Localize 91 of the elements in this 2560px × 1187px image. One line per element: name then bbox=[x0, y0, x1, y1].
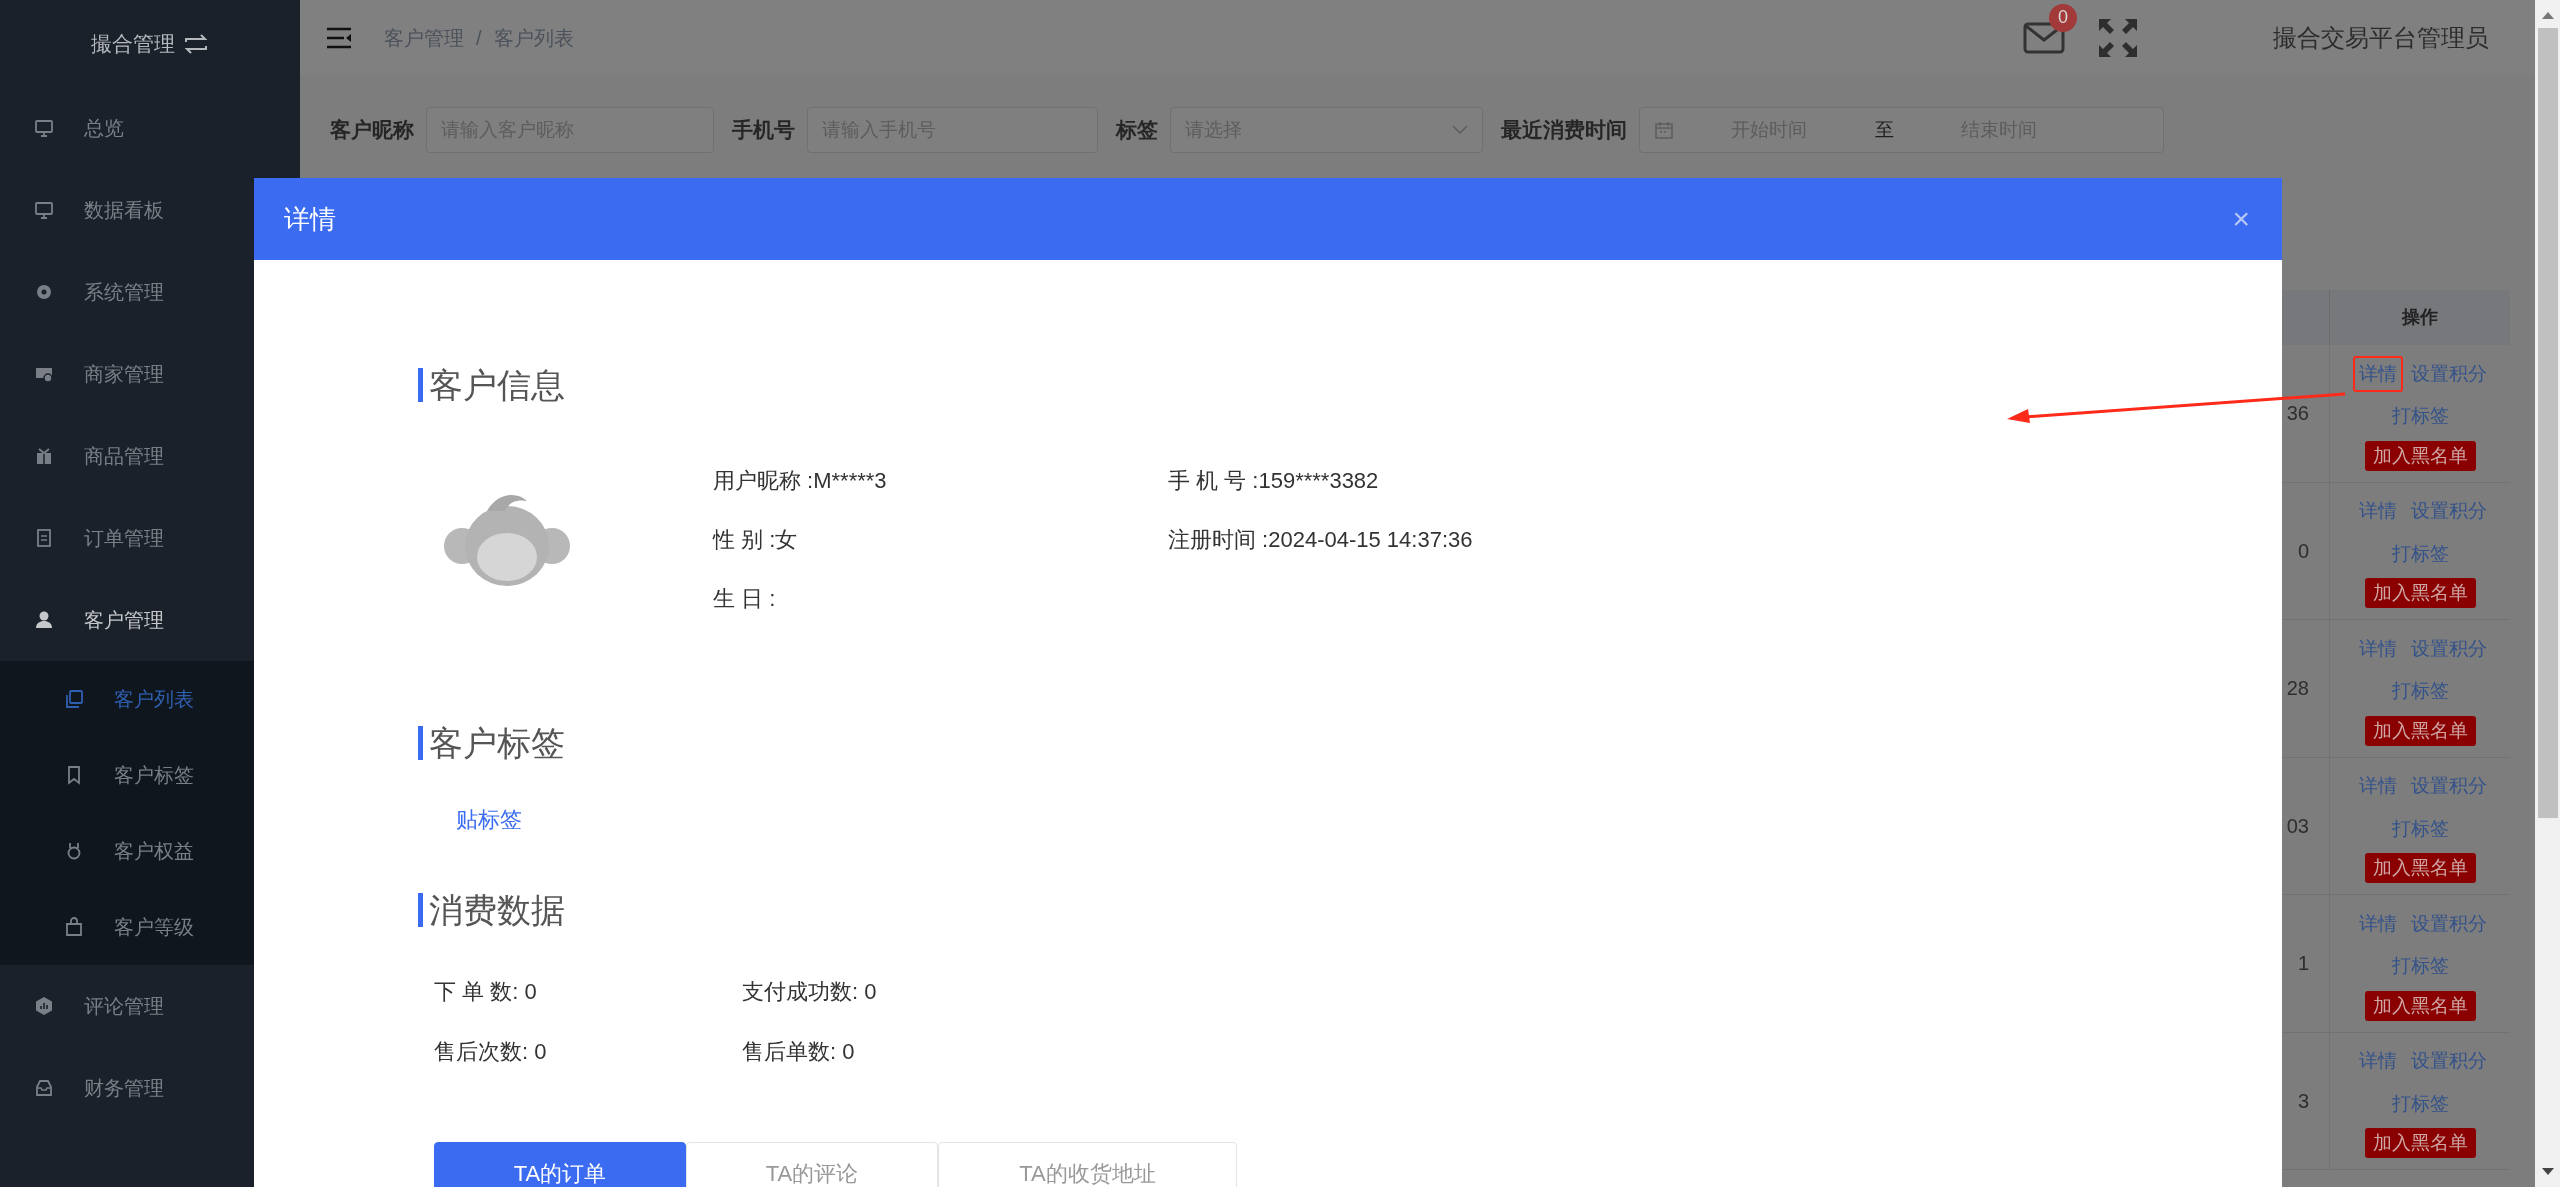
info-text: 性 别 :女 bbox=[713, 526, 799, 554]
filter-label: 手机号 bbox=[732, 117, 795, 144]
section-marker bbox=[418, 893, 423, 927]
blacklist-button[interactable]: 加入黑名单 bbox=[2364, 853, 2476, 884]
menu-item[interactable]: 财务管理 bbox=[0, 1047, 300, 1129]
submenu-item[interactable]: 客户等级 bbox=[0, 889, 300, 965]
detail-link[interactable]: 详情 bbox=[2353, 493, 2403, 530]
section-marker bbox=[418, 368, 423, 402]
swap-icon[interactable] bbox=[183, 33, 209, 54]
copy-icon bbox=[64, 689, 84, 709]
table-cell-text: 0 bbox=[2297, 538, 2309, 564]
scrollbar-thumb[interactable] bbox=[2537, 28, 2558, 818]
user-name[interactable]: 撮合交易平台管理员 bbox=[2273, 19, 2489, 56]
set-points-link[interactable]: 设置积分 bbox=[2411, 1047, 2487, 1076]
blacklist-button[interactable]: 加入黑名单 bbox=[2364, 440, 2476, 471]
table-cell-text: 3 bbox=[2297, 1088, 2309, 1114]
set-points-link[interactable]: 设置积分 bbox=[2411, 634, 2487, 664]
menu-item[interactable]: 系统管理 bbox=[0, 251, 300, 333]
submenu-item[interactable]: 客户列表 bbox=[0, 661, 300, 737]
info-text: 用户昵称 :M*****3 bbox=[713, 467, 888, 495]
tab[interactable]: TA的评论 bbox=[686, 1142, 938, 1187]
info-text: 注册时间 :2024-04-15 14:37:36 bbox=[1168, 526, 1473, 554]
menu-item[interactable]: 商品管理 bbox=[0, 415, 300, 497]
monitor-icon bbox=[34, 200, 54, 220]
gift-icon bbox=[34, 446, 54, 466]
table-cell-text: 03 bbox=[2286, 813, 2309, 839]
detail-link[interactable]: 详情 bbox=[2353, 630, 2403, 668]
stat-text: 售后单数: 0 bbox=[742, 1037, 856, 1066]
fullscreen-icon[interactable] bbox=[2097, 16, 2139, 59]
menu-item[interactable]: 订单管理 bbox=[0, 497, 300, 579]
column-header: 操作 bbox=[2402, 306, 2438, 329]
table-cell-text: 28 bbox=[2286, 676, 2309, 702]
stat-text: 下 单 数: 0 bbox=[434, 977, 538, 1006]
detail-link[interactable]: 详情 bbox=[2353, 1043, 2403, 1080]
chart-hexagon-icon bbox=[34, 996, 54, 1016]
blacklist-button[interactable]: 加入黑名单 bbox=[2364, 1128, 2476, 1159]
info-text: 手 机 号 :159****3382 bbox=[1168, 467, 1380, 495]
submenu-item[interactable]: 客户标签 bbox=[0, 737, 300, 813]
menu-item[interactable]: 总览 bbox=[0, 87, 300, 169]
bag-icon bbox=[64, 917, 84, 937]
breadcrumb-separator: / bbox=[476, 25, 482, 51]
scrollbar[interactable] bbox=[2535, 0, 2560, 1187]
set-points-link[interactable]: 设置积分 bbox=[2411, 772, 2487, 801]
add-tag-link[interactable]: 打标签 bbox=[2391, 952, 2449, 981]
set-points-link[interactable]: 设置积分 bbox=[2411, 497, 2487, 526]
set-points-link[interactable]: 设置积分 bbox=[2411, 909, 2487, 939]
submenu-item[interactable]: 客户权益 bbox=[0, 813, 300, 889]
add-tag-link[interactable]: 打标签 bbox=[2391, 1089, 2449, 1119]
blacklist-button[interactable]: 加入黑名单 bbox=[2364, 578, 2476, 609]
add-tag-link[interactable]: 贴标签 bbox=[456, 803, 522, 833]
filter-label: 客户昵称 bbox=[330, 117, 414, 144]
gear-icon bbox=[34, 282, 54, 302]
inbox-icon bbox=[34, 1078, 54, 1098]
menu-fold-icon[interactable] bbox=[326, 26, 352, 49]
section-title: 消费数据 bbox=[429, 889, 565, 931]
user-icon bbox=[34, 610, 54, 630]
document-icon bbox=[34, 528, 54, 548]
tab[interactable]: TA的订单 bbox=[434, 1142, 686, 1187]
filter-label: 最近消费时间 bbox=[1501, 117, 1627, 144]
menu-item[interactable]: 客户管理 bbox=[0, 579, 300, 661]
stat-text: 售后次数: 0 bbox=[434, 1037, 548, 1066]
add-tag-link[interactable]: 打标签 bbox=[2391, 677, 2449, 706]
blacklist-button[interactable]: 加入黑名单 bbox=[2364, 990, 2476, 1021]
table-cell-text: 36 bbox=[2286, 401, 2309, 427]
add-tag-link[interactable]: 打标签 bbox=[2391, 539, 2449, 569]
add-tag-link[interactable]: 打标签 bbox=[2391, 814, 2449, 844]
table-cell-text: 1 bbox=[2297, 951, 2309, 977]
menu-item[interactable]: 评论管理 bbox=[0, 965, 300, 1047]
notification-count-badge: 0 bbox=[2049, 3, 2077, 32]
detail-link[interactable]: 详情 bbox=[2353, 905, 2403, 943]
detail-link[interactable]: 详情 bbox=[2353, 768, 2403, 805]
chevron-down-icon bbox=[1452, 125, 1468, 135]
tab[interactable]: TA的收货地址 bbox=[938, 1142, 1237, 1187]
section-title: 客户标签 bbox=[429, 722, 565, 764]
section-title: 客户信息 bbox=[429, 364, 565, 406]
blacklist-button[interactable]: 加入黑名单 bbox=[2364, 715, 2476, 746]
section-marker bbox=[418, 726, 423, 760]
add-tag-link[interactable]: 打标签 bbox=[2391, 402, 2449, 431]
filter-label: 标签 bbox=[1116, 117, 1158, 144]
app-title: 撮合管理 bbox=[91, 30, 175, 57]
menu-item[interactable]: 商家管理 bbox=[0, 333, 300, 415]
dialog-title: 详情 bbox=[284, 202, 336, 236]
stat-text: 支付成功数: 0 bbox=[742, 977, 877, 1006]
close-button[interactable]: × bbox=[2232, 204, 2250, 234]
monitor-icon bbox=[34, 118, 54, 138]
scroll-down-icon[interactable] bbox=[2540, 1167, 2555, 1177]
scroll-up-icon[interactable] bbox=[2540, 10, 2555, 20]
calendar-icon bbox=[1654, 120, 1674, 140]
info-text: 生 日 : bbox=[713, 585, 777, 613]
set-points-link[interactable]: 设置积分 bbox=[2411, 359, 2487, 389]
detail-link[interactable]: 详情 bbox=[2353, 355, 2403, 393]
